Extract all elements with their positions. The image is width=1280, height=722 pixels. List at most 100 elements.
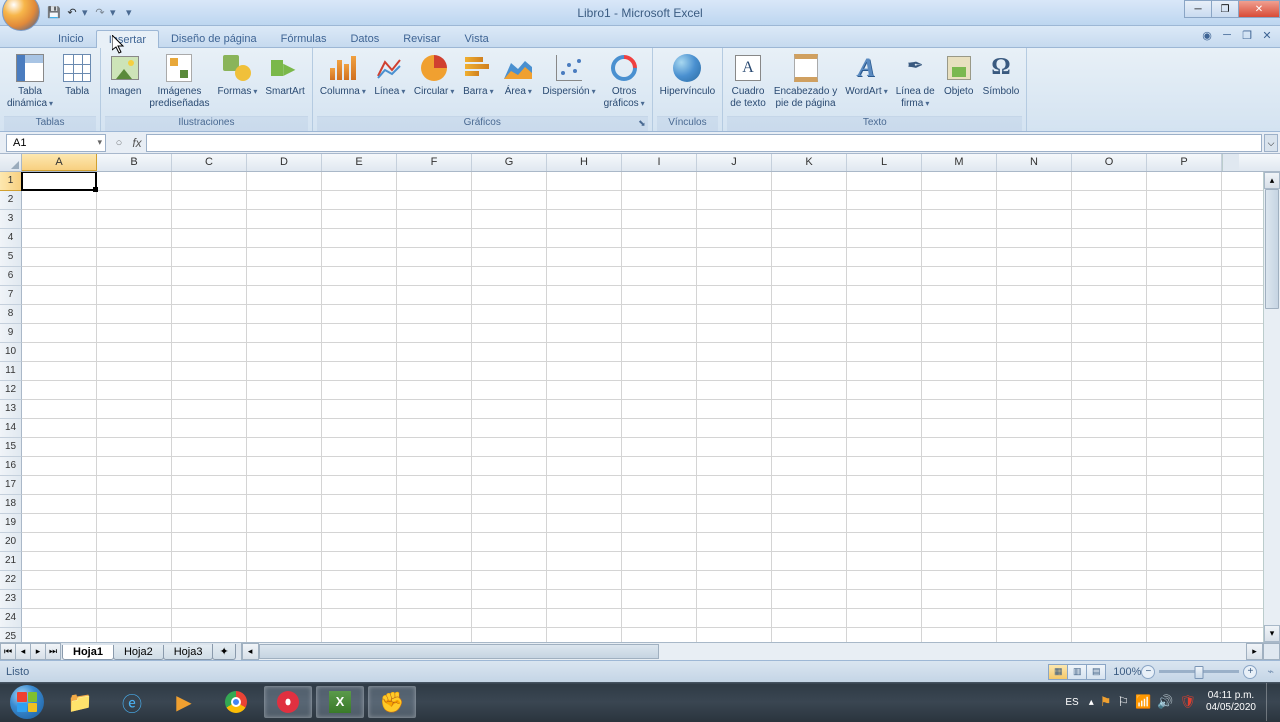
select-all-button[interactable] — [0, 154, 22, 171]
taskbar-explorer-icon[interactable]: 📁 — [56, 686, 104, 718]
column-header[interactable]: P — [1147, 154, 1222, 171]
graficos-launcher-icon[interactable]: ⬊ — [638, 118, 646, 129]
taskbar-wmp-icon[interactable]: ▶ — [160, 686, 208, 718]
tab-formulas[interactable]: Fórmulas — [269, 30, 339, 47]
taskbar-ie-icon[interactable]: ⓔ — [108, 686, 156, 718]
tray-network-icon[interactable]: 📶 — [1135, 694, 1151, 710]
sheet-next-icon[interactable]: ▸ — [30, 643, 46, 660]
tab-vista[interactable]: Vista — [453, 30, 501, 47]
ribbon-minimize-icon[interactable]: ─ — [1220, 29, 1234, 43]
smartart-button[interactable]: SmartArt — [262, 50, 307, 100]
circular-button[interactable]: Circular — [411, 50, 457, 100]
tabla-button[interactable]: Tabla — [58, 50, 96, 100]
zoom-slider[interactable] — [1159, 670, 1239, 673]
row-header[interactable]: 7 — [0, 286, 22, 305]
linea-button[interactable]: Línea — [371, 50, 409, 100]
start-button[interactable] — [0, 682, 54, 722]
row-header[interactable]: 22 — [0, 571, 22, 590]
zoom-in-button[interactable]: + — [1243, 665, 1257, 679]
formas-button[interactable]: Formas — [214, 50, 260, 100]
objeto-button[interactable]: Objeto — [940, 50, 978, 100]
column-header[interactable]: D — [247, 154, 322, 171]
otros-graficos-button[interactable]: Otros gráficos — [601, 50, 648, 111]
view-layout-button[interactable]: ▥ — [1067, 664, 1087, 680]
zoom-out-button[interactable]: − — [1141, 665, 1155, 679]
row-header[interactable]: 6 — [0, 267, 22, 286]
undo-icon[interactable]: ↶ — [64, 5, 80, 21]
qat-customize-icon[interactable]: ▾ — [126, 5, 134, 21]
row-header[interactable]: 18 — [0, 495, 22, 514]
row-header[interactable]: 10 — [0, 343, 22, 362]
new-sheet-button[interactable]: ✦ — [212, 644, 235, 660]
column-header[interactable]: C — [172, 154, 247, 171]
scroll-up-icon[interactable]: ▴ — [1264, 172, 1280, 189]
column-header[interactable]: J — [697, 154, 772, 171]
taskbar-chrome-icon[interactable] — [212, 686, 260, 718]
simbolo-button[interactable]: ΩSímbolo — [980, 50, 1023, 100]
maximize-button[interactable]: ❐ — [1211, 0, 1239, 18]
row-header[interactable]: 23 — [0, 590, 22, 609]
formula-bar-expand-icon[interactable]: ⌵ — [1264, 134, 1278, 152]
row-header[interactable]: 11 — [0, 362, 22, 381]
column-header[interactable]: E — [322, 154, 397, 171]
row-header[interactable]: 25 — [0, 628, 22, 642]
cuadro-texto-button[interactable]: ACuadro de texto — [727, 50, 769, 111]
encabezado-button[interactable]: Encabezado y pie de página — [771, 50, 840, 111]
cancel-icon[interactable]: ○ — [110, 135, 128, 151]
column-header[interactable]: B — [97, 154, 172, 171]
ribbon-restore-icon[interactable]: ❐ — [1240, 29, 1254, 43]
horizontal-scrollbar[interactable]: ◂ ▸ — [242, 643, 1263, 660]
cells-area[interactable] — [22, 172, 1263, 642]
tray-flag-icon[interactable]: ⚐ — [1117, 694, 1129, 710]
row-header[interactable]: 15 — [0, 438, 22, 457]
name-box[interactable]: A1 — [6, 134, 106, 152]
column-header[interactable]: A — [22, 154, 97, 171]
column-header[interactable]: H — [547, 154, 622, 171]
resize-grip-icon[interactable]: ⌁ — [1267, 665, 1274, 678]
row-header[interactable]: 24 — [0, 609, 22, 628]
sheet-first-icon[interactable]: ⏮ — [0, 643, 16, 660]
tab-inicio[interactable]: Inicio — [46, 30, 96, 47]
column-header[interactable]: G — [472, 154, 547, 171]
tabla-dinamica-button[interactable]: Tabla dinámica — [4, 50, 56, 111]
row-header[interactable]: 1 — [0, 172, 22, 191]
linea-firma-button[interactable]: Línea de firma — [893, 50, 938, 111]
row-header[interactable]: 21 — [0, 552, 22, 571]
row-header[interactable]: 12 — [0, 381, 22, 400]
tab-revisar[interactable]: Revisar — [391, 30, 452, 47]
tab-insertar[interactable]: Insertar — [96, 30, 159, 48]
row-header[interactable]: 4 — [0, 229, 22, 248]
columna-button[interactable]: Columna — [317, 50, 369, 100]
column-header[interactable]: O — [1072, 154, 1147, 171]
column-header[interactable]: F — [397, 154, 472, 171]
vertical-scrollbar[interactable]: ▴ ▾ — [1263, 172, 1280, 642]
view-normal-button[interactable]: ▦ — [1048, 664, 1068, 680]
column-header[interactable]: M — [922, 154, 997, 171]
redo-icon[interactable]: ↷ — [92, 5, 108, 21]
area-button[interactable]: Área — [499, 50, 537, 100]
tray-expand-icon[interactable]: ▴ — [1089, 697, 1094, 708]
row-header[interactable]: 2 — [0, 191, 22, 210]
sheet-tab-hoja2[interactable]: Hoja2 — [113, 645, 164, 660]
taskbar-clock[interactable]: 04:11 p.m. 04/05/2020 — [1206, 690, 1256, 714]
sheet-last-icon[interactable]: ⏭ — [45, 643, 61, 660]
scroll-right-icon[interactable]: ▸ — [1246, 643, 1263, 660]
tray-shield-icon[interactable]: 🛡 — [1179, 694, 1196, 710]
tab-diseno-pagina[interactable]: Diseño de página — [159, 30, 269, 47]
language-indicator[interactable]: ES — [1061, 695, 1082, 710]
row-header[interactable]: 14 — [0, 419, 22, 438]
vscroll-thumb[interactable] — [1265, 189, 1279, 309]
row-header[interactable]: 9 — [0, 324, 22, 343]
row-header[interactable]: 3 — [0, 210, 22, 229]
dispersion-button[interactable]: Dispersión — [539, 50, 598, 100]
column-header[interactable]: I — [622, 154, 697, 171]
fx-icon[interactable]: fx — [128, 136, 146, 150]
imagenes-predisenadas-button[interactable]: Imágenes prediseñadas — [146, 50, 212, 111]
hipervinculo-button[interactable]: Hipervínculo — [657, 50, 719, 100]
active-cell[interactable] — [21, 172, 97, 191]
row-header[interactable]: 5 — [0, 248, 22, 267]
zoom-level[interactable]: 100% — [1113, 666, 1141, 678]
wordart-button[interactable]: AWordArt — [842, 50, 891, 100]
formula-bar[interactable] — [146, 134, 1262, 152]
tab-datos[interactable]: Datos — [338, 30, 391, 47]
